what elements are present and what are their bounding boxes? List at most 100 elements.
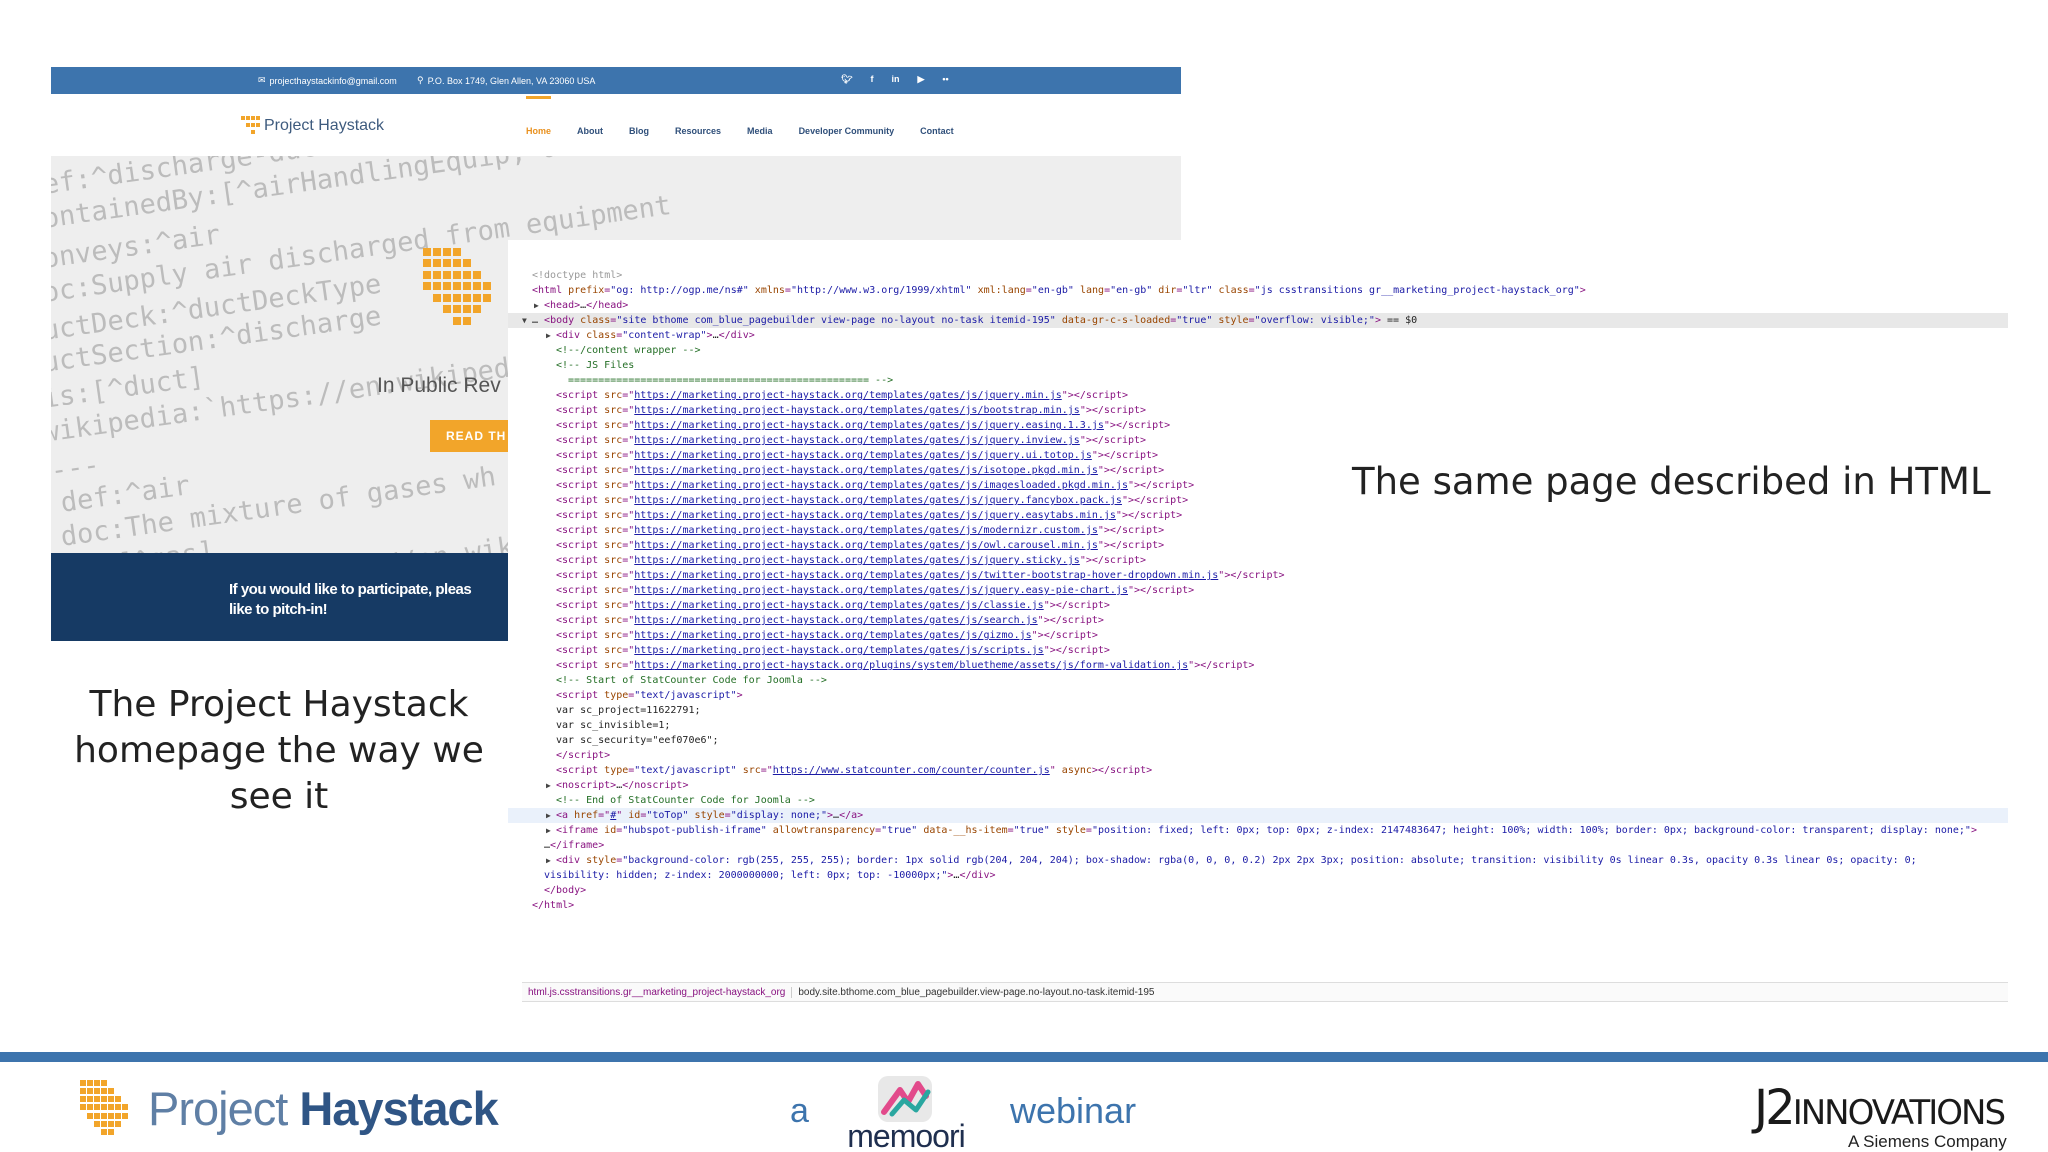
envelope-icon: ✉ xyxy=(258,75,266,85)
dom-node-line[interactable]: ▶ <a href="#" id="toTop" style="display: … xyxy=(508,808,2008,823)
dom-node-line[interactable]: <script src="https://marketing.project-h… xyxy=(508,568,2008,583)
footer-webinar-text: webinar xyxy=(1010,1090,1137,1131)
j2-siemens-tagline: A Siemens Company xyxy=(1848,1132,2007,1151)
dom-node-line[interactable]: ▶ <div class="content-wrap">…</div> xyxy=(508,328,2008,343)
dom-node-line[interactable]: <!--/content wrapper --> xyxy=(508,343,2008,358)
nav-resources[interactable]: Resources xyxy=(675,126,721,136)
dom-node-line[interactable]: visibility: hidden; z-index: 2000000000;… xyxy=(508,868,2008,883)
banner-text: If you would like to participate, pleas … xyxy=(229,581,472,618)
dom-node-line[interactable]: <script src="https://marketing.project-h… xyxy=(508,628,2008,643)
breadcrumb-html[interactable]: html.js.csstransitions.gr__marketing_pro… xyxy=(522,986,793,998)
dom-node-line[interactable]: ▶ <noscript>…</noscript> xyxy=(508,778,2008,793)
dom-node-code: <script src="https://marketing.project-h… xyxy=(556,555,1147,566)
dom-node-code: <script src="https://marketing.project-h… xyxy=(556,510,1183,521)
project-haystack-wordmark: Project Haystack xyxy=(148,1081,499,1135)
nav-about[interactable]: About xyxy=(577,126,603,136)
dom-node-line[interactable]: <html prefix="og: http://ogp.me/ns#" xml… xyxy=(508,283,2008,298)
site-logo[interactable]: Project Haystack xyxy=(241,116,384,136)
dom-node-line[interactable]: <!-- JS Files xyxy=(508,358,2008,373)
dom-node-code: <div style="background-color: rgb(255, 2… xyxy=(556,855,1917,866)
read-more-button[interactable]: READ TH xyxy=(430,420,520,452)
dom-node-line[interactable]: <script src="https://marketing.project-h… xyxy=(508,433,2008,448)
dom-node-code: <script src="https://marketing.project-h… xyxy=(556,405,1147,416)
dom-node-code: <script src="https://marketing.project-h… xyxy=(556,390,1128,401)
dom-node-code: <noscript>…</noscript> xyxy=(556,780,689,791)
dom-node-line[interactable]: <!-- End of StatCounter Code for Joomla … xyxy=(508,793,2008,808)
caption-left: The Project Haystack homepage the way we… xyxy=(74,684,484,817)
dom-node-code: <script src="https://marketing.project-h… xyxy=(556,465,1165,476)
dom-node-code: <!-- End of StatCounter Code for Joomla … xyxy=(556,795,815,806)
dom-tree: <!doctype html> <html prefix="og: http://… xyxy=(508,268,2008,913)
map-pin-icon: ⚲ xyxy=(417,75,424,85)
dom-node-line[interactable]: </body> xyxy=(508,883,2008,898)
dom-node-line[interactable]: var sc_invisible=1; xyxy=(508,718,2008,733)
dom-node-line[interactable]: var sc_security="eef070e6"; xyxy=(508,733,2008,748)
dom-node-code: <script src="https://marketing.project-h… xyxy=(556,645,1110,656)
dom-node-code: <script src="https://marketing.project-h… xyxy=(556,495,1189,506)
hero-code-line: --- xyxy=(51,449,102,487)
nav-media[interactable]: Media xyxy=(747,126,773,136)
nav-contact[interactable]: Contact xyxy=(920,126,954,136)
collapse-triangle-icon[interactable]: ▼ xyxy=(522,313,527,328)
dom-node-code: <!--/content wrapper --> xyxy=(556,345,701,356)
dom-node-code: <script type="text/javascript"> xyxy=(556,690,743,701)
dom-node-line[interactable]: <script src="https://marketing.project-h… xyxy=(508,508,2008,523)
dom-node-line[interactable]: <script type="text/javascript" src="http… xyxy=(508,763,2008,778)
topbar-email[interactable]: ✉ projecthaystackinfo@gmail.com xyxy=(258,75,397,86)
dom-node-code: </body> xyxy=(544,885,587,896)
expand-triangle-icon[interactable]: ▶ xyxy=(546,823,551,838)
expand-triangle-icon[interactable]: ▶ xyxy=(546,328,551,343)
dom-node-line[interactable]: <script src="https://marketing.project-h… xyxy=(508,388,2008,403)
dom-node-code: </script> xyxy=(556,750,611,761)
dom-node-line[interactable]: <script src="https://marketing.project-h… xyxy=(508,643,2008,658)
dom-node-line[interactable]: <script src="https://marketing.project-h… xyxy=(508,613,2008,628)
dom-node-line[interactable]: <script src="https://marketing.project-h… xyxy=(508,583,2008,598)
dom-node-line[interactable]: <script src="https://marketing.project-h… xyxy=(508,523,2008,538)
haystack-logo-icon xyxy=(241,116,260,136)
dom-node-code: <head>…</head> xyxy=(544,300,629,311)
footer-divider xyxy=(0,1052,2048,1062)
dom-node-line[interactable]: <script src="https://marketing.project-h… xyxy=(508,403,2008,418)
dom-node-code: <html prefix="og: http://ogp.me/ns#" xml… xyxy=(532,285,1586,296)
dom-node-code: <!doctype html> xyxy=(532,270,623,281)
expand-triangle-icon[interactable]: ▶ xyxy=(546,808,551,823)
expand-triangle-icon[interactable]: ▶ xyxy=(546,853,551,868)
dom-node-line[interactable]: </html> xyxy=(508,898,2008,913)
dom-node-code: … <body class="site bthome com_blue_page… xyxy=(532,315,1418,326)
dom-node-line[interactable]: ▼ … <body class="site bthome com_blue_pag… xyxy=(508,313,2008,328)
dom-node-line[interactable]: ========================================… xyxy=(508,373,2008,388)
breadcrumb-body[interactable]: body.site.bthome.com_blue_pagebuilder.vi… xyxy=(792,987,1160,998)
dom-node-line[interactable]: <script type="text/javascript"> xyxy=(508,688,2008,703)
linkedin-icon[interactable]: in xyxy=(891,74,899,85)
dom-node-line[interactable]: ▶ <div style="background-color: rgb(255, … xyxy=(508,853,2008,868)
dom-node-line[interactable]: var sc_project=11622791; xyxy=(508,703,2008,718)
j2-innovations-logo: J2INNOVATIONS xyxy=(1754,1080,2006,1136)
site-topbar: ✉ projecthaystackinfo@gmail.com ⚲ P.O. B… xyxy=(51,67,1181,94)
dom-node-line[interactable]: ▶ <head>…</head> xyxy=(508,298,2008,313)
expand-triangle-icon[interactable]: ▶ xyxy=(546,778,551,793)
dom-node-line[interactable]: <!doctype html> xyxy=(508,268,2008,283)
twitter-icon[interactable]: 🐦︎ xyxy=(841,74,852,85)
dom-node-line[interactable]: …</iframe> xyxy=(508,838,2008,853)
dom-node-line[interactable]: <script src="https://marketing.project-h… xyxy=(508,418,2008,433)
dom-node-line[interactable]: <script src="https://marketing.project-h… xyxy=(508,553,2008,568)
expand-triangle-icon[interactable]: ▶ xyxy=(534,298,539,313)
dom-node-line[interactable]: <!-- Start of StatCounter Code for Jooml… xyxy=(508,673,2008,688)
nav-blog[interactable]: Blog xyxy=(629,126,649,136)
dom-node-line[interactable]: <script src="https://marketing.project-h… xyxy=(508,658,2008,673)
dom-node-line[interactable]: <script src="https://marketing.project-h… xyxy=(508,538,2008,553)
dom-node-line[interactable]: <script src="https://marketing.project-h… xyxy=(508,598,2008,613)
dom-node-code: ========================================… xyxy=(568,375,894,386)
flickr-icon[interactable]: •• xyxy=(942,74,948,85)
facebook-icon[interactable]: f xyxy=(870,74,873,85)
dom-node-code: <script src="https://marketing.project-h… xyxy=(556,480,1195,491)
nav-developer-community[interactable]: Developer Community xyxy=(799,126,895,136)
dom-node-line[interactable]: </script> xyxy=(508,748,2008,763)
devtools-elements-panel: <!doctype html> <html prefix="og: http://… xyxy=(508,240,2008,1005)
nav-home[interactable]: Home xyxy=(526,96,552,136)
haystack-hero-logo-icon xyxy=(423,248,501,326)
dom-node-line[interactable]: ▶ <iframe id="hubspot-publish-iframe" all… xyxy=(508,823,2008,838)
footer-a-text: a xyxy=(790,1092,809,1130)
dom-node-code: <script src="https://marketing.project-h… xyxy=(556,525,1165,536)
youtube-icon[interactable]: ▶ xyxy=(917,74,924,85)
